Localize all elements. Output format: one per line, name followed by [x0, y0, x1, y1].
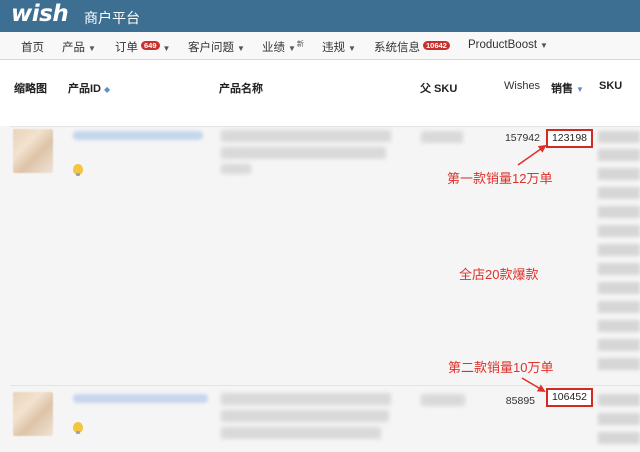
- nav-label-orders: 订单: [115, 42, 138, 54]
- platform-title: 商户平台: [84, 10, 140, 26]
- nav-item-home[interactable]: 首页: [21, 39, 44, 55]
- sku-text: [598, 432, 640, 444]
- col-sales-label: 销售: [551, 83, 573, 95]
- main-nav: 首页 产品 ▼ 订单 649 ▼ 客户问题 ▼ 业绩 ▼新 违规 ▼ 系统信息 10642 P…: [0, 32, 640, 60]
- nav-item-productboost[interactable]: ProductBoost ▼: [468, 39, 548, 51]
- product-name-text: [221, 130, 391, 142]
- nav-label-home: 首页: [21, 42, 44, 54]
- chevron-down-icon: ▼: [237, 44, 245, 53]
- sku-text: [598, 131, 640, 143]
- parent-sku-text: [421, 131, 463, 143]
- chevron-down-icon: ▼: [88, 44, 96, 53]
- sku-text: [598, 339, 640, 351]
- wishes-value: 157942: [504, 132, 540, 144]
- sales-value-highlight: 123198: [546, 129, 593, 148]
- product-name-text: [221, 410, 389, 422]
- wishes-value: 85895: [505, 395, 535, 407]
- col-product-id-label: 产品ID: [68, 83, 101, 95]
- sku-text: [598, 206, 640, 218]
- orders-count-badge: 649: [141, 41, 160, 50]
- product-thumbnail[interactable]: [13, 129, 53, 173]
- chevron-down-icon: ▼: [288, 44, 296, 53]
- top-header: wish 商户平台: [0, 0, 640, 32]
- sort-icon[interactable]: ◆: [104, 85, 110, 94]
- nav-item-system-info[interactable]: 系统信息 10642: [374, 39, 450, 55]
- sku-text: [598, 358, 640, 370]
- annotation-top-products: 全店20款爆款: [459, 267, 539, 282]
- lightbulb-icon: [73, 422, 83, 434]
- sales-value-highlight: 106452: [546, 388, 593, 407]
- lightbulb-icon: [73, 164, 83, 176]
- product-thumbnail[interactable]: [13, 392, 53, 436]
- sku-text: [598, 301, 640, 313]
- sku-text: [598, 282, 640, 294]
- nav-label-performance: 业绩: [262, 42, 285, 54]
- nav-item-orders[interactable]: 订单 649 ▼: [115, 39, 170, 55]
- annotation-first-product: 第一款销量12万单: [447, 171, 553, 186]
- chevron-down-icon: ▼: [348, 44, 356, 53]
- col-product-name: 产品名称: [219, 83, 263, 95]
- product-id-link[interactable]: [73, 131, 203, 140]
- product-name-text: [221, 147, 386, 159]
- sku-text: [598, 187, 640, 199]
- nav-label-system-info: 系统信息: [374, 42, 420, 54]
- product-name-text: [221, 393, 391, 405]
- row-divider: [10, 385, 640, 386]
- table-header: 缩略图 产品ID ◆ 产品名称 父 SKU Wishes 销售 ▼ SKU: [0, 60, 640, 126]
- parent-sku-text: [421, 394, 465, 406]
- sku-text: [598, 225, 640, 237]
- nav-item-customer-issues[interactable]: 客户问题 ▼: [188, 39, 245, 55]
- new-mark: 新: [296, 41, 304, 48]
- nav-label-violations: 违规: [322, 42, 345, 54]
- product-id-link[interactable]: [73, 394, 208, 403]
- product-name-text: [221, 427, 381, 439]
- col-sku: SKU: [599, 80, 623, 92]
- nav-label-productboost: ProductBoost: [468, 39, 538, 51]
- sku-text: [598, 244, 640, 256]
- col-sales[interactable]: 销售 ▼: [551, 80, 584, 96]
- sku-text: [598, 149, 640, 161]
- sort-down-icon[interactable]: ▼: [576, 85, 584, 94]
- nav-item-products[interactable]: 产品 ▼: [62, 39, 96, 55]
- nav-label-products: 产品: [62, 42, 85, 54]
- wish-logo[interactable]: wish: [11, 1, 69, 27]
- col-wishes[interactable]: Wishes: [504, 80, 540, 92]
- nav-label-customer-issues: 客户问题: [188, 42, 234, 54]
- annotation-second-product: 第二款销量10万单: [448, 360, 554, 375]
- chevron-down-icon: ▼: [162, 44, 171, 53]
- sku-text: [598, 413, 640, 425]
- sku-text: [598, 168, 640, 180]
- product-name-text: [221, 164, 251, 174]
- col-thumbnail: 缩略图: [14, 83, 47, 95]
- sku-text: [598, 394, 640, 406]
- col-product-id[interactable]: 产品ID ◆: [68, 80, 110, 96]
- nav-item-violations[interactable]: 违规 ▼: [322, 39, 356, 55]
- col-parent-sku: 父 SKU: [420, 83, 458, 95]
- system-info-count-badge: 10642: [423, 41, 450, 50]
- chevron-down-icon: ▼: [540, 41, 548, 50]
- sku-text: [598, 320, 640, 332]
- nav-item-performance[interactable]: 业绩 ▼新: [262, 39, 304, 55]
- sku-text: [598, 263, 640, 275]
- row-divider: [10, 126, 640, 127]
